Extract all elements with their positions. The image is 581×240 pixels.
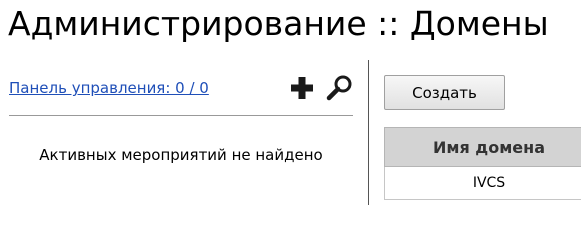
domains-table: Имя домена IVCS [384,127,581,200]
create-button[interactable]: Создать [384,75,505,110]
plus-icon[interactable] [288,74,316,102]
column-divider [368,60,369,205]
domain-name-cell[interactable]: IVCS [384,166,581,200]
magnifier-icon[interactable] [326,74,354,102]
empty-events-message: Активных мероприятий не найдено [39,146,323,164]
dashboard-panel: Панель управления: 0 / 0 Активных меропр… [0,60,368,205]
panel-divider [9,115,353,116]
dashboard-link[interactable]: Панель управления: 0 / 0 [9,79,209,97]
page-title: Администрирование :: Домены [8,4,549,43]
table-header-row: Имя домена [384,127,581,167]
column-header-domain-name[interactable]: Имя домена [384,127,581,167]
table-row[interactable]: IVCS [384,166,581,200]
